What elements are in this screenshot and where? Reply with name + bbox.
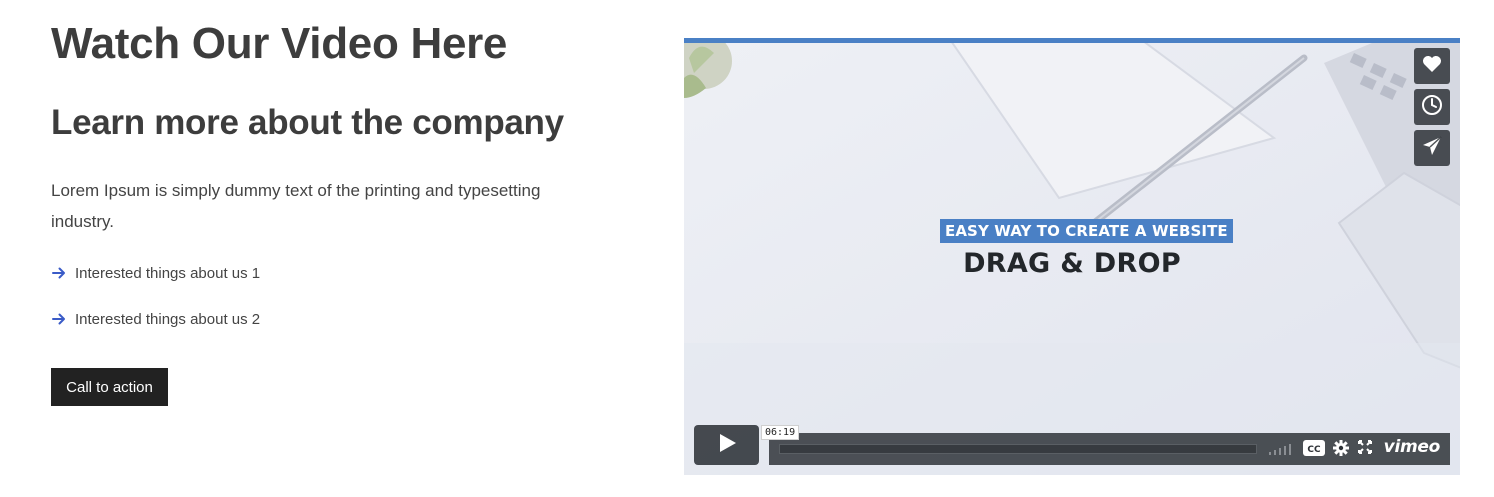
- volume-icon[interactable]: [1269, 440, 1293, 456]
- duration-label: 06:19: [761, 425, 800, 440]
- vimeo-logo[interactable]: vimeo: [1384, 437, 1441, 457]
- feature-list: Interested things about us 1 Interested …: [51, 263, 611, 329]
- video-player[interactable]: EASY WAY TO CREATE A WEBSITE DRAG & DROP: [684, 38, 1460, 475]
- list-item: Interested things about us 2: [51, 309, 611, 329]
- video-headline-tag: EASY WAY TO CREATE A WEBSITE: [940, 219, 1233, 243]
- play-icon: [717, 433, 737, 458]
- like-button[interactable]: [1414, 48, 1450, 84]
- progress-bar[interactable]: [779, 444, 1257, 454]
- list-item-label: Interested things about us 1: [75, 264, 261, 282]
- page: Watch Our Video Here Learn more about th…: [0, 0, 1494, 497]
- cc-icon[interactable]: CC: [1303, 440, 1325, 456]
- settings-icon[interactable]: [1333, 440, 1349, 456]
- send-icon: [1422, 135, 1442, 161]
- svg-text:CC: CC: [1307, 445, 1321, 455]
- video-controls: CC vimeo: [769, 433, 1450, 465]
- clock-icon: [1421, 94, 1443, 121]
- page-title: Watch Our Video Here: [51, 19, 508, 68]
- watch-later-button[interactable]: [1414, 89, 1450, 125]
- description: Lorem Ipsum is simply dummy text of the …: [51, 181, 541, 231]
- heart-icon: [1422, 55, 1442, 78]
- list-item: Interested things about us 1: [51, 263, 611, 283]
- play-button[interactable]: [694, 425, 759, 465]
- content-column: Watch Our Video Here Learn more about th…: [51, 18, 611, 406]
- share-button[interactable]: [1414, 130, 1450, 166]
- arrow-right-icon: [51, 265, 67, 281]
- list-item-label: Interested things about us 2: [75, 310, 261, 328]
- video-side-actions: [1414, 48, 1450, 171]
- fullscreen-icon[interactable]: [1358, 440, 1372, 454]
- video-headline: DRAG & DROP: [963, 248, 1181, 279]
- call-to-action-button[interactable]: Call to action: [51, 368, 168, 406]
- arrow-right-icon: [51, 311, 67, 327]
- page-subtitle: Learn more about the company: [51, 103, 564, 142]
